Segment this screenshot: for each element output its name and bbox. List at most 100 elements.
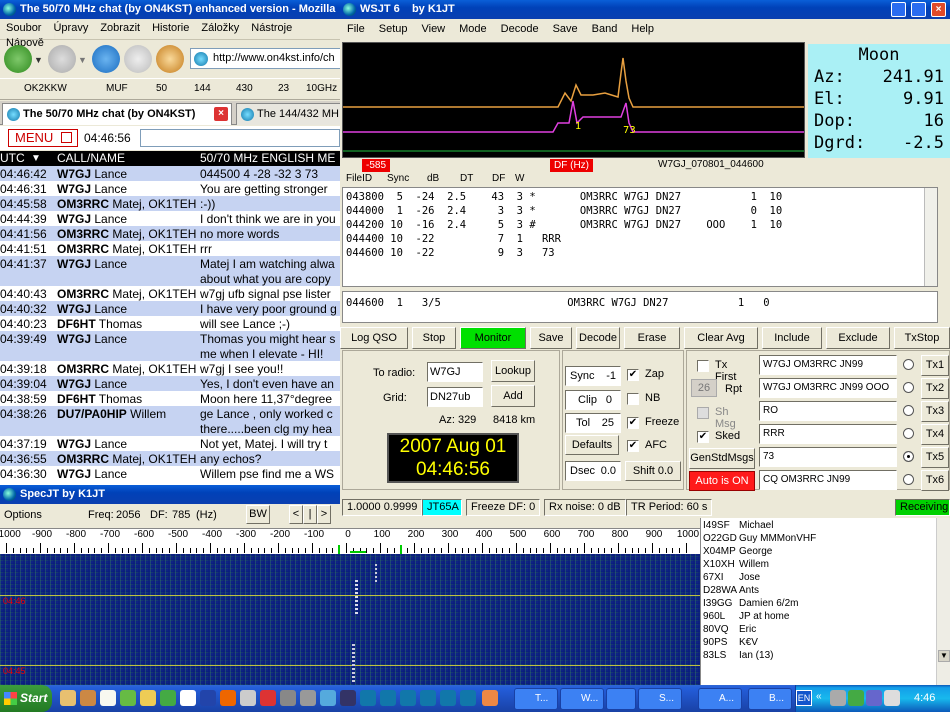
quicklaunch-icon[interactable] [160,690,176,706]
close-icon[interactable]: × [931,2,946,17]
chat-callsign-cell[interactable]: W7GJ Lance [57,302,127,316]
log-qso-button[interactable]: Log QSO [340,327,408,349]
chat-callsign-cell[interactable]: DF6HT Thomas [57,392,142,406]
tx-button[interactable]: Tx2 [921,378,949,399]
forward-arrow-icon[interactable] [48,45,76,73]
globe-icon[interactable] [380,690,396,706]
decoded-text-area[interactable]: 043800 5 -24 2.5 43 3 * OM3RRC W7GJ DN27… [342,187,938,287]
grid-field[interactable]: DN27ub [427,387,483,407]
quicklaunch-icon[interactable] [320,690,336,706]
callsign-item[interactable]: I49SF [703,520,730,531]
quicklaunch-icon[interactable] [100,690,116,706]
task-button[interactable] [606,688,636,710]
chat-callsign-cell[interactable]: DF6HT Thomas [57,317,142,331]
word-icon[interactable] [200,690,216,706]
tx-button[interactable]: Tx4 [921,424,949,445]
chat-callsign-cell[interactable]: W7GJ Lance [57,332,127,346]
chat-callsign-cell[interactable]: W7GJ Lance [57,212,127,226]
globe-icon[interactable] [400,690,416,706]
scroll-down-icon[interactable]: ▼ [938,650,950,662]
chat-callsign-cell[interactable]: W7GJ Lance [57,377,127,391]
scroll-left-button[interactable]: < [289,505,303,524]
chat-callsign-cell[interactable]: OM3RRC Matej, OK1TEH [57,197,196,211]
center-button[interactable]: | [303,505,317,524]
chat-callsign-cell[interactable]: OM3RRC Matej, OK1TEH [57,287,196,301]
tx-radio[interactable] [903,359,914,370]
sync-spinner[interactable]: Sync -1 [565,366,621,386]
tx-button[interactable]: Tx3 [921,401,949,422]
tx-button[interactable]: Tx1 [921,355,949,376]
callsign-item[interactable]: X10XH [703,559,735,570]
callsign-item[interactable]: I39GG [703,598,732,609]
report-field[interactable]: 26 [691,379,717,397]
task-button[interactable]: T... [514,688,558,710]
quicklaunch-icon[interactable] [340,690,356,706]
shift-button[interactable]: Shift 0.0 [625,461,681,481]
firefox-titlebar[interactable]: The 50/70 MHz chat (by ON4KST) enhanced … [0,0,340,19]
menu-save[interactable]: Save [546,19,585,35]
tx-message-field[interactable]: W7GJ OM3RRC JN99 OOO [759,378,897,398]
spectrum-plot[interactable]: 1 73 [342,42,805,158]
tol-spinner[interactable]: Tol 25 [565,413,621,433]
quicklaunch-icon[interactable] [260,690,276,706]
callsign-item[interactable]: D28WA [703,585,737,596]
wsjt-titlebar[interactable]: WSJT 6 by K1JT × [340,0,950,19]
bookmark-muf[interactable]: MUF [90,83,128,94]
lookup-button[interactable]: Lookup [491,360,535,382]
menu-zalozky[interactable]: Záložky [195,19,245,34]
tx-message-field[interactable]: W7GJ OM3RRC JN99 [759,355,897,375]
quicklaunch-icon[interactable] [240,690,256,706]
tx-stop-button[interactable]: TxStop [894,327,950,349]
close-tab-icon[interactable]: × [214,107,228,121]
back-arrow-icon[interactable] [4,45,32,73]
start-button[interactable]: Start [0,685,52,712]
chat-callsign-cell[interactable]: W7GJ Lance [57,437,127,451]
bw-button[interactable]: BW [246,505,270,524]
callsign-item[interactable]: 90PS [703,637,727,648]
quicklaunch-icon[interactable] [300,690,316,706]
speaker-icon[interactable] [884,690,900,706]
task-button[interactable]: W... [560,688,604,710]
tx-message-field[interactable]: CQ OM3RRC JN99 [759,470,897,490]
menu-historie[interactable]: Historie [146,19,195,34]
options-menu[interactable]: Options [4,509,42,521]
tray-icon[interactable] [848,690,864,706]
scroll-right-button[interactable]: > [317,505,331,524]
menu-file[interactable]: File [340,19,372,35]
globe-icon[interactable] [360,690,376,706]
url-bar[interactable]: http://www.on4kst.info/ch [190,48,340,69]
include-button[interactable]: Include [762,327,822,349]
menu-nastroje[interactable]: Nástroje [245,19,298,34]
decode-scrollbar[interactable] [924,188,937,286]
stop-icon[interactable] [124,45,152,73]
dsec-spinner[interactable]: Dsec 0.0 [565,461,621,481]
chat-callsign-cell[interactable]: W7GJ Lance [57,182,127,196]
erase-button[interactable]: Erase [624,327,680,349]
menu-decode[interactable]: Decode [494,19,546,35]
tx-message-field[interactable]: RO [759,401,897,421]
tx-radio[interactable] [903,382,914,393]
task-button[interactable]: A... [698,688,742,710]
tx-message-field[interactable]: 73 [759,447,897,467]
quicklaunch-icon[interactable] [80,690,96,706]
callsign-scrollbar[interactable]: ▼ [936,518,950,685]
bookmark-50[interactable]: 50 [138,83,167,94]
callsign-item[interactable]: 83LS [703,650,726,661]
menu-zobrazit[interactable]: Zobrazit [94,19,146,34]
stop-button[interactable]: Stop [412,327,456,349]
add-button[interactable]: Add [491,385,535,407]
callsign-item[interactable]: 960L [703,611,725,622]
home-icon[interactable] [156,45,184,73]
menu-setup[interactable]: Setup [372,19,415,35]
globe-icon[interactable] [460,690,476,706]
quicklaunch-icon[interactable] [280,690,296,706]
menu-band[interactable]: Band [585,19,625,35]
language-indicator[interactable]: EN [796,690,812,706]
callsign-item[interactable]: O22GD [703,533,737,544]
reload-icon[interactable] [92,45,120,73]
firefox-icon[interactable] [220,690,236,706]
bookmark-23[interactable]: 23 [260,83,289,94]
gen-std-msgs-button[interactable]: GenStdMsgs [689,448,755,469]
chat-callsign-cell[interactable]: OM3RRC Matej, OK1TEH [57,227,196,241]
tx-button[interactable]: Tx5 [921,447,949,468]
